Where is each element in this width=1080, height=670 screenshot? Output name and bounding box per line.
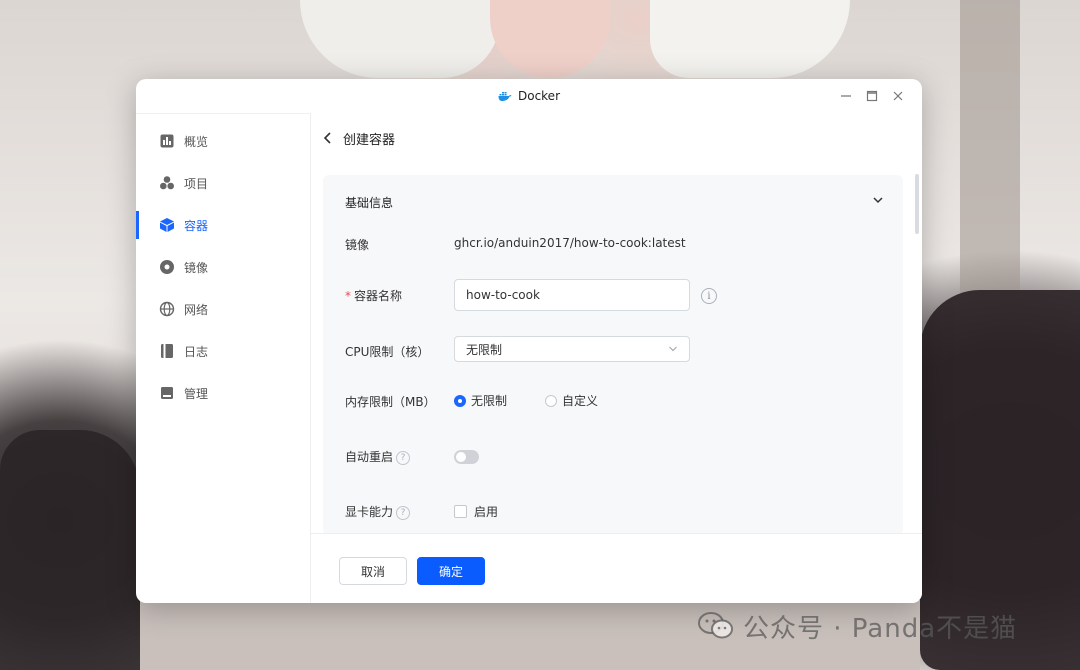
- image-icon: [159, 259, 175, 275]
- radio-label: 无限制: [471, 394, 508, 408]
- background-shape: [490, 0, 610, 78]
- sidebar-item-label: 网络: [184, 302, 209, 317]
- background-window-frame: [960, 0, 1020, 300]
- watermark-text: 公众号 · Panda不是猫: [743, 613, 1018, 644]
- page-title: 创建容器: [343, 132, 396, 148]
- window-title: Docker: [136, 79, 922, 113]
- cpu-limit-value: 无限制: [466, 342, 503, 357]
- help-icon[interactable]: ?: [396, 505, 411, 520]
- form-footer: 取消 确定: [311, 533, 922, 603]
- background-shape: [0, 430, 140, 670]
- sidebar-item-manage[interactable]: 管理: [136, 379, 310, 407]
- sidebar-item-label: 管理: [184, 386, 209, 401]
- back-link[interactable]: 创建容器: [323, 127, 395, 149]
- sidebar: 概览 项目 容器 镜像 网络 日志 管理: [136, 113, 311, 603]
- auto-restart-label-text: 自动重启: [345, 450, 394, 464]
- cpu-limit-label: CPU限制（核）: [345, 345, 430, 359]
- sidebar-item-project[interactable]: 项目: [136, 169, 310, 197]
- memory-custom-radio[interactable]: 自定义: [545, 392, 598, 409]
- manage-icon: [159, 385, 175, 401]
- basic-info-card: 基础信息 镜像 ghcr.io/anduin2017/how-to-cook:l…: [323, 175, 903, 535]
- sidebar-item-image[interactable]: 镜像: [136, 253, 310, 281]
- maximize-icon[interactable]: [862, 86, 882, 106]
- container-name-input[interactable]: how-to-cook: [454, 279, 690, 311]
- radio-label: 自定义: [562, 394, 599, 408]
- sidebar-item-log[interactable]: 日志: [136, 337, 310, 365]
- radio-selected-icon: [454, 394, 466, 407]
- chevron-left-icon: [323, 132, 331, 144]
- auto-restart-label: 自动重启?: [345, 448, 411, 465]
- sidebar-item-label: 日志: [184, 344, 209, 359]
- cancel-button[interactable]: 取消: [339, 557, 407, 585]
- watermark: 公众号 · Panda不是猫: [697, 608, 1017, 644]
- sidebar-item-label: 容器: [184, 218, 209, 233]
- memory-unlimited-radio[interactable]: 无限制: [454, 392, 507, 409]
- image-value: ghcr.io/anduin2017/how-to-cook:latest: [454, 236, 686, 250]
- docker-icon: [498, 92, 512, 101]
- chevron-down-icon[interactable]: [871, 193, 885, 207]
- container-name-value: how-to-cook: [466, 288, 540, 302]
- memory-limit-label: 内存限制（MB）: [345, 395, 436, 409]
- checkbox-box: [454, 505, 467, 518]
- sidebar-item-container[interactable]: 容器: [136, 211, 310, 239]
- container-name-label-text: 容器名称: [354, 289, 403, 303]
- sidebar-item-label: 项目: [184, 176, 209, 191]
- image-label: 镜像: [345, 238, 370, 252]
- background-shape: [650, 0, 850, 78]
- close-icon[interactable]: [888, 86, 908, 106]
- log-icon: [159, 343, 175, 359]
- section-title: 基础信息: [345, 196, 394, 210]
- container-name-label: * 容器名称: [345, 287, 402, 304]
- toggle-knob: [456, 452, 466, 462]
- sidebar-item-network[interactable]: 网络: [136, 295, 310, 323]
- window-title-text: Docker: [517, 89, 561, 103]
- scrollbar[interactable]: [915, 174, 919, 234]
- confirm-button[interactable]: 确定: [417, 557, 485, 585]
- background-shape: [300, 0, 500, 78]
- chevron-down-icon: [669, 346, 677, 352]
- cpu-limit-select[interactable]: 无限制: [454, 336, 690, 362]
- wechat-icon: [698, 612, 733, 639]
- sidebar-item-label: 概览: [184, 134, 209, 149]
- overview-icon: [159, 133, 175, 149]
- project-icon: [159, 175, 175, 191]
- sidebar-item-overview[interactable]: 概览: [136, 127, 310, 155]
- docker-window: Docker 概览 项目 容器 镜像 网络 日志 管理 创建容器 基础信息 镜像…: [136, 79, 922, 603]
- network-icon: [159, 301, 175, 317]
- minimize-icon[interactable]: [836, 86, 856, 106]
- gpu-label: 显卡能力?: [345, 503, 411, 520]
- required-mark: *: [345, 289, 351, 303]
- container-icon: [159, 217, 175, 233]
- sidebar-item-label: 镜像: [184, 260, 209, 275]
- main-panel: 创建容器 基础信息 镜像 ghcr.io/anduin2017/how-to-c…: [311, 113, 922, 535]
- info-icon[interactable]: i: [701, 288, 717, 304]
- gpu-label-text: 显卡能力: [345, 505, 394, 519]
- gpu-enable-label: 启用: [474, 505, 499, 519]
- gpu-enable-checkbox[interactable]: 启用: [454, 503, 498, 520]
- help-icon[interactable]: ?: [396, 450, 411, 465]
- radio-unselected-icon: [545, 394, 557, 407]
- auto-restart-toggle[interactable]: [454, 450, 479, 464]
- title-bar: Docker: [136, 79, 922, 114]
